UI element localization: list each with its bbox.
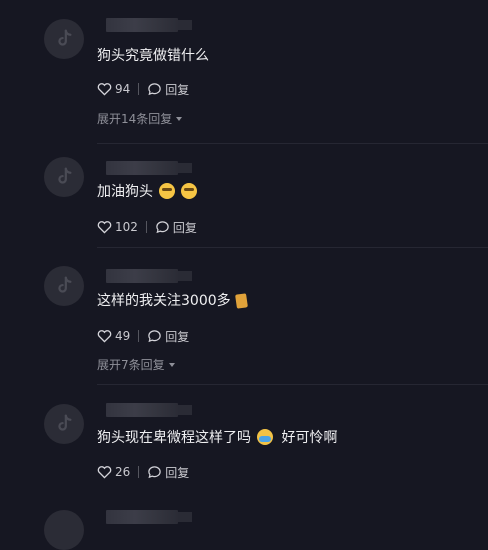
tiktok-logo-icon (58, 276, 72, 293)
comment-text-body: 加油狗头 (97, 184, 153, 200)
comment-actions: 94 回复 (97, 80, 189, 98)
tiktok-logo-icon (58, 29, 72, 46)
like-count: 49 (115, 329, 131, 343)
reply-button[interactable]: 回复 (147, 81, 189, 98)
avatar[interactable] (44, 19, 84, 59)
comment-actions: 26 回复 (97, 463, 189, 481)
card-emoji (234, 293, 248, 309)
like-button[interactable]: 102 (97, 220, 138, 234)
reply-label: 回复 (165, 82, 190, 97)
like-count: 26 (115, 465, 131, 479)
expand-replies-button[interactable]: 展开7条回复 (97, 356, 175, 373)
username-redacted[interactable] (106, 269, 192, 283)
comment-bubble-icon (156, 221, 169, 234)
expand-replies-label: 展开14条回复 (97, 112, 173, 126)
divider (145, 221, 147, 233)
comment-text: 这样的我关注3000多 (97, 291, 248, 311)
caret-down-icon (176, 116, 183, 121)
heart-icon (97, 221, 112, 234)
separator-line (97, 143, 488, 144)
comment-item: 狗头现在卑微程这样了吗 好可怜啊 26 回复 (0, 386, 488, 506)
username-redacted[interactable] (106, 161, 192, 175)
tiktok-logo-icon (58, 414, 72, 431)
comment-text: 狗头现在卑微程这样了吗 好可怜啊 (97, 428, 337, 448)
reply-label: 回复 (165, 329, 190, 344)
comment-item: 加油狗头 102 回复 (0, 150, 488, 250)
crying-face-emoji (257, 429, 273, 445)
divider (138, 330, 140, 342)
username-redacted[interactable] (106, 403, 192, 417)
like-button[interactable]: 94 (97, 82, 130, 96)
avatar[interactable] (44, 404, 84, 444)
reply-button[interactable]: 回复 (147, 464, 189, 481)
username-redacted[interactable] (106, 510, 192, 524)
comment-bubble-icon (148, 330, 162, 343)
divider (138, 466, 140, 478)
expand-replies-button[interactable]: 展开14条回复 (97, 110, 183, 127)
comment-text-body: 狗头现在卑微程这样了吗 (97, 430, 251, 446)
comment-text-tail: 好可怜啊 (281, 430, 338, 446)
heart-icon (97, 83, 112, 96)
reply-button[interactable]: 回复 (155, 219, 197, 236)
avatar[interactable] (44, 266, 84, 306)
comment-actions: 102 回复 (97, 218, 197, 236)
comment-bubble-icon (148, 466, 162, 479)
comment-bubble-icon (148, 83, 162, 96)
comment-text: 狗头究竟做错什么 (97, 48, 209, 64)
comment-item: 狗头究竟做错什么 94 回复 展开14条回复 (0, 0, 488, 150)
comment-item (0, 506, 488, 550)
separator-line (97, 247, 488, 248)
comment-actions: 49 回复 (97, 327, 189, 345)
tiktok-logo-icon (58, 167, 72, 184)
username-redacted[interactable] (106, 18, 192, 32)
reply-label: 回复 (165, 465, 190, 480)
like-button[interactable]: 49 (97, 329, 130, 343)
reply-button[interactable]: 回复 (147, 328, 189, 345)
heart-icon (97, 466, 112, 479)
like-count: 94 (115, 82, 131, 96)
comment-text: 加油狗头 (97, 182, 197, 202)
smirk-face-emoji (159, 183, 175, 199)
avatar[interactable] (44, 157, 84, 197)
comment-item: 这样的我关注3000多 49 回复 展开7条回复 (0, 250, 488, 386)
caret-down-icon (168, 362, 175, 367)
smirk-face-emoji (181, 183, 197, 199)
heart-icon (97, 330, 112, 343)
avatar[interactable] (44, 510, 84, 550)
like-button[interactable]: 26 (97, 465, 130, 479)
divider (138, 83, 140, 95)
reply-label: 回复 (172, 220, 197, 235)
like-count: 102 (115, 220, 138, 234)
comment-text-body: 这样的我关注3000多 (97, 293, 231, 309)
separator-line (97, 384, 488, 385)
expand-replies-label: 展开7条回复 (97, 358, 165, 372)
